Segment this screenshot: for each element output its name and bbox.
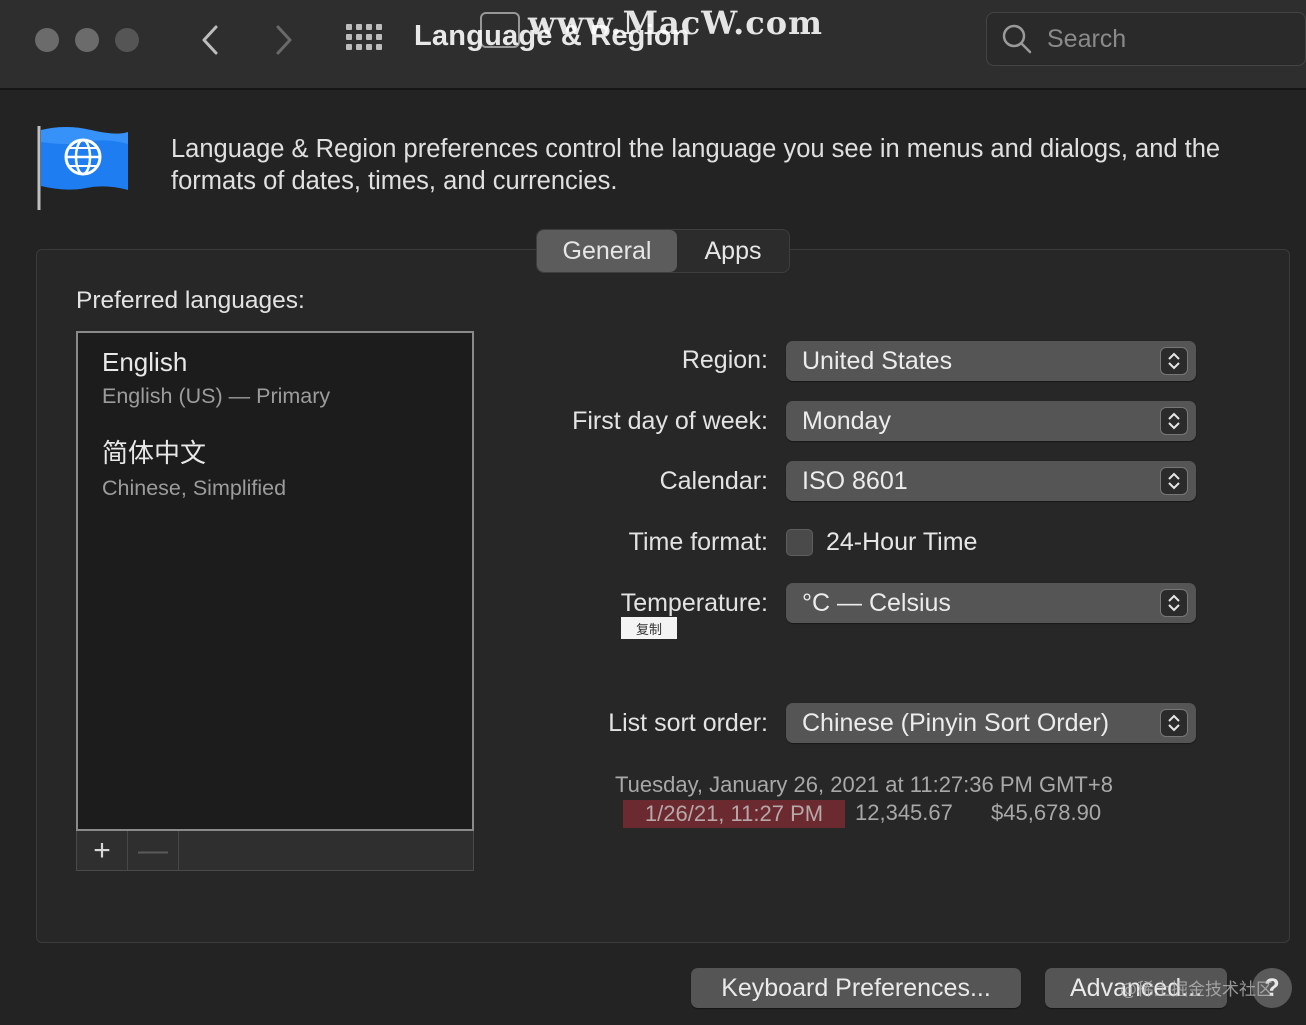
keyboard-preferences-button[interactable]: Keyboard Preferences... (691, 968, 1021, 1008)
language-detail: English (US) — Primary (102, 384, 331, 408)
list-item[interactable]: 简体中文 Chinese, Simplified (102, 433, 286, 501)
currency-sample: $45,678.90 (991, 800, 1102, 825)
24-hour-time-checkbox[interactable] (786, 529, 813, 556)
preferred-languages-heading: Preferred languages: (76, 287, 305, 314)
number-sample: 12,345.67 (855, 800, 953, 825)
temperature-value: °C — Celsius (802, 588, 951, 617)
remove-language-button[interactable]: — (128, 831, 179, 870)
search-input[interactable] (1045, 23, 1279, 55)
language-name: 简体中文 (102, 438, 207, 468)
globe-flag-icon (37, 126, 128, 210)
preferences-window: Language & Region www.MacW.com Language … (0, 0, 1306, 1025)
temperature-popup[interactable]: °C — Celsius (786, 583, 1196, 623)
watermark-logo (480, 12, 520, 48)
temperature-label: Temperature: (620, 589, 768, 617)
add-language-button[interactable]: + (77, 831, 128, 870)
sort-order-value: Chinese (Pinyin Sort Order) (802, 708, 1110, 737)
first-day-popup[interactable]: Monday (786, 401, 1196, 441)
tab-apps[interactable]: Apps (677, 230, 789, 272)
region-popup[interactable]: United States (786, 341, 1196, 381)
date-long-sample: Tuesday, January 26, 2021 at 11:27:36 PM… (615, 772, 1113, 797)
sort-order-label: List sort order: (608, 709, 768, 737)
close-window-button[interactable] (35, 28, 59, 52)
pane-description: Language & Region preferences control th… (171, 135, 1221, 195)
time-format-label: Time format: (628, 528, 768, 556)
credit-watermark: @稀土掘金技术社区 (1120, 980, 1273, 1000)
minimize-window-button[interactable] (75, 28, 99, 52)
chevron-right-icon (276, 25, 292, 55)
tab-control: General Apps (536, 229, 790, 273)
language-detail: Chinese, Simplified (102, 476, 287, 500)
language-list-toolbar: + — (76, 831, 474, 871)
first-day-value: Monday (802, 406, 891, 435)
show-all-grid-icon[interactable] (346, 24, 384, 54)
up-down-chevron-icon (1160, 467, 1188, 495)
copy-tooltip[interactable]: 复制 (621, 617, 677, 639)
zoom-window-button[interactable] (115, 28, 139, 52)
24-hour-time-label[interactable]: 24-Hour Time (826, 528, 977, 557)
first-day-label: First day of week: (572, 407, 768, 435)
region-value: United States (802, 346, 953, 375)
forward-button[interactable] (264, 18, 304, 62)
search-icon (1002, 24, 1032, 54)
back-button[interactable] (190, 18, 230, 62)
date-short-sample: 1/26/21, 11:27 PM (623, 800, 845, 828)
sort-order-popup[interactable]: Chinese (Pinyin Sort Order) (786, 703, 1196, 743)
chevron-left-icon (202, 25, 218, 55)
search-field[interactable] (986, 12, 1306, 66)
tab-general[interactable]: General (537, 230, 677, 272)
up-down-chevron-icon (1160, 407, 1188, 435)
calendar-popup[interactable]: ISO 8601 (786, 461, 1196, 501)
calendar-label: Calendar: (659, 467, 768, 495)
list-item[interactable]: English English (US) — Primary (102, 347, 330, 409)
title-bar: Language & Region www.MacW.com (0, 0, 1306, 90)
calendar-value: ISO 8601 (802, 466, 908, 495)
region-label: Region: (681, 346, 768, 374)
language-name: English (102, 347, 188, 377)
watermark-text: www.MacW.com (528, 4, 823, 42)
preferred-languages-list[interactable]: English English (US) — Primary 简体中文 Chin… (76, 331, 474, 831)
up-down-chevron-icon (1160, 347, 1188, 375)
up-down-chevron-icon (1160, 589, 1188, 617)
up-down-chevron-icon (1160, 709, 1188, 737)
